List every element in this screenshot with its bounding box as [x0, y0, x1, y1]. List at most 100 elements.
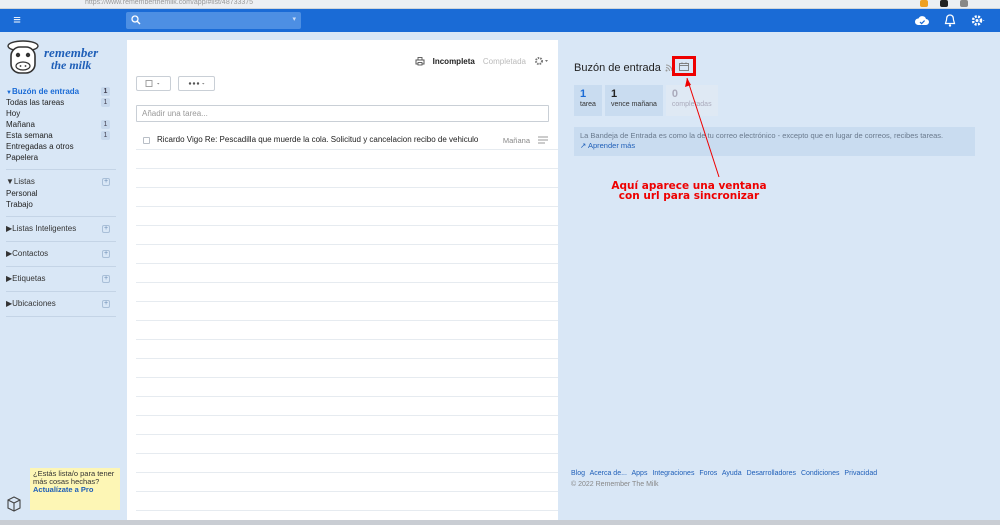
gear-icon[interactable] [970, 13, 986, 28]
stat-label: completadas [671, 101, 712, 108]
footer-link-integrations[interactable]: Integraciones [652, 470, 694, 477]
empty-row [136, 473, 558, 492]
sidebar-item-inbox[interactable]: ▼Buzón de entrada 1 [6, 86, 116, 97]
task-due-date: Mañana [502, 136, 530, 145]
empty-row [136, 435, 558, 454]
sidebar-item-all-tasks[interactable]: Todas las tareas 1 [6, 97, 116, 108]
search-input[interactable]: ▾ [126, 12, 301, 29]
divider [6, 266, 116, 267]
divider [6, 291, 116, 292]
task-list-panel: Incompleta Completada Ricardo Vigo Re: P… [127, 40, 558, 525]
stat-due-tomorrow[interactable]: 1 vence mañana [604, 85, 663, 116]
footer-link-terms[interactable]: Condiciones [801, 470, 840, 477]
browser-chrome: https://www.rememberthemilk.com/app/#lis… [0, 0, 1000, 9]
external-link-icon: ↗ [580, 141, 587, 150]
task-menu-icon[interactable] [538, 136, 548, 144]
add-list-icon[interactable]: + [102, 178, 110, 186]
empty-row [136, 359, 558, 378]
sidebar-item-this-week[interactable]: Esta semana 1 [6, 130, 116, 141]
divider [6, 316, 116, 317]
stat-completed[interactable]: 0 completadas [665, 85, 718, 116]
sidebar-item-label: Todas las tareas [6, 98, 65, 107]
sidebar-item-label: Entregadas a otros [6, 142, 74, 151]
empty-row [136, 226, 558, 245]
tab-incomplete[interactable]: Incompleta [433, 57, 475, 66]
footer-link-forums[interactable]: Foros [699, 470, 717, 477]
task-checkbox[interactable] [143, 137, 150, 144]
count-badge: 1 [101, 131, 110, 140]
list-stats: 1 tarea 1 vence mañana 0 completadas [574, 85, 718, 116]
sidebar-group-smart-lists[interactable]: ▶Listas Inteligentes + [6, 223, 116, 235]
add-icon[interactable]: + [102, 275, 110, 283]
divider [6, 241, 116, 242]
copyright: © 2022 Remember The Milk [571, 481, 659, 488]
sidebar-group-contacts[interactable]: ▶Contactos + [6, 248, 116, 260]
empty-row [136, 454, 558, 473]
sidebar-item-label: Papelera [6, 153, 39, 162]
extension-icon[interactable] [940, 0, 948, 7]
sidebar-group-locations[interactable]: ▶Ubicaciones + [6, 298, 116, 310]
sidebar-item-today[interactable]: Hoy [6, 108, 116, 119]
empty-row [136, 492, 558, 511]
sidebar-group-label: Contactos [12, 249, 49, 258]
empty-row [136, 321, 558, 340]
count-badge: 1 [101, 87, 110, 96]
add-task-input[interactable] [136, 105, 549, 122]
extension-icon[interactable] [920, 0, 928, 7]
sidebar-group-label: Listas [13, 177, 35, 186]
add-icon[interactable]: + [102, 225, 110, 233]
list-detail-panel: Buzón de entrada 1 tarea 1 vence mañana … [559, 40, 1000, 525]
footer-link-about[interactable]: Acerca de... [590, 470, 627, 477]
empty-row [136, 340, 558, 359]
add-icon[interactable]: + [102, 250, 110, 258]
select-tasks-dropdown[interactable] [136, 76, 171, 91]
footer-link-apps[interactable]: Apps [632, 470, 648, 477]
sidebar-group-label: Ubicaciones [12, 299, 56, 308]
more-actions-dropdown[interactable] [178, 76, 215, 91]
logo[interactable]: remember the milk [4, 36, 116, 80]
sidebar-item-label: Personal [6, 189, 38, 198]
divider [6, 169, 116, 170]
task-row[interactable]: Ricardo Vigo Re: Pescadilla que muerde l… [136, 131, 558, 150]
sidebar-item-given-to-others[interactable]: Entregadas a otros [6, 141, 116, 152]
sidebar-item-tomorrow[interactable]: Mañana 1 [6, 119, 116, 130]
stat-tasks[interactable]: 1 tarea [574, 85, 602, 116]
empty-row [136, 169, 558, 188]
browser-url[interactable]: https://www.rememberthemilk.com/app/#lis… [85, 0, 385, 8]
menu-icon[interactable]: ≡ [10, 13, 24, 27]
sidebar-item-trash[interactable]: Papelera [6, 152, 116, 163]
footer-link-blog[interactable]: Blog [571, 470, 585, 477]
empty-row [136, 188, 558, 207]
cloud-sync-icon[interactable] [914, 13, 930, 28]
empty-row [136, 150, 558, 169]
annotation-line: con url para sincronizar [618, 190, 760, 202]
sidebar-group-tags[interactable]: ▶Etiquetas + [6, 273, 116, 285]
footer: Blog Acerca de... Apps Integraciones For… [571, 470, 880, 488]
print-icon[interactable] [415, 56, 425, 66]
window-bottom-edge [0, 520, 1000, 525]
bell-icon[interactable] [942, 13, 958, 28]
footer-link-developers[interactable]: Desarrolladores [747, 470, 796, 477]
empty-row [136, 207, 558, 226]
add-icon[interactable]: + [102, 300, 110, 308]
tab-completed[interactable]: Completada [483, 57, 526, 66]
annotation-text: Aquí aparece una ventana con url para si… [604, 181, 774, 202]
upgrade-promo: ¿Estás lista/o para tener más cosas hech… [30, 468, 120, 510]
empty-row [136, 416, 558, 435]
empty-row [136, 378, 558, 397]
sidebar-item-work[interactable]: Trabajo [6, 199, 116, 210]
sidebar-item-personal[interactable]: Personal [6, 188, 116, 199]
list-settings-gear-icon[interactable] [534, 56, 550, 66]
extension-icon[interactable] [960, 0, 968, 7]
stat-label: tarea [580, 101, 596, 108]
calendar-sync-button[interactable] [672, 56, 696, 76]
search-icon [131, 15, 141, 25]
upgrade-link[interactable]: Actualízate a Pro [33, 486, 117, 494]
triangle-down-icon: ▼ [6, 177, 14, 186]
learn-more-link[interactable]: ↗ Aprender más [580, 141, 969, 151]
chevron-down-icon: ▾ [292, 16, 296, 23]
sidebar-group-lists[interactable]: ▼Listas + [6, 176, 116, 188]
footer-link-privacy[interactable]: Privacidad [844, 470, 877, 477]
footer-link-help[interactable]: Ayuda [722, 470, 742, 477]
task-title: Ricardo Vigo Re: Pescadilla que muerde l… [157, 135, 479, 144]
